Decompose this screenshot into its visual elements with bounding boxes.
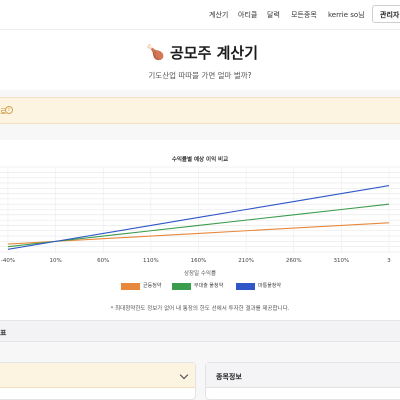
nav-article[interactable]: 아티클 <box>238 10 257 20</box>
legend-label: 균등청약 <box>143 283 162 289</box>
chevron-down-icon[interactable] <box>179 370 189 380</box>
legend-swatch <box>236 283 255 290</box>
x-tick-label: 110% <box>143 258 159 264</box>
page-header: 🍗 공모주 계산기 기도산업 따따블 가면 얼마 벌까? <box>0 30 400 90</box>
nav-user[interactable]: kerrie so님 <box>328 10 365 20</box>
x-tick-label: 310% <box>334 258 350 264</box>
x-tick-label: 3 <box>387 258 391 264</box>
x-tick-label: 10% <box>50 258 62 264</box>
legend-label: 마통풀청약 <box>258 283 282 289</box>
x-tick-label: 160% <box>191 258 207 264</box>
table-section-label: 표 <box>0 329 7 337</box>
top-nav: 계산기 아티클 달력 모든종목 kerrie so님 관리자 <box>0 0 400 30</box>
nav-calculator[interactable]: 계산기 <box>209 10 228 20</box>
table-section-header[interactable]: 표 <box>0 320 400 342</box>
legend-swatch <box>121 283 140 290</box>
chart-card: 수익률별 예상 이익 비교 -40% 10% 60% 110% 160% 210% 260%… <box>0 140 400 320</box>
legend-label: 무대출 풀청약 <box>194 283 224 289</box>
info-icon[interactable]: i <box>5 106 13 114</box>
notice-bar: 로 i <box>0 97 400 124</box>
x-tick-label: 60% <box>97 258 109 264</box>
legend-swatch <box>172 283 191 290</box>
page-subtitle: 기도산업 따따블 가면 얼마 벌까? <box>148 71 252 80</box>
stock-info-header: 종목정보 <box>206 363 400 388</box>
calculator-panel <box>0 362 196 400</box>
drumstick-icon: 🍗 <box>146 43 165 61</box>
chart-footnote: * 최대청약한도 정보가 없어 내 통장의 한도 선에서 투자한 결과를 제공합… <box>110 306 290 312</box>
page-title: 공모주 계산기 <box>170 44 259 62</box>
stock-info-title: 종목정보 <box>216 373 242 381</box>
x-tick-label: 260% <box>286 258 302 264</box>
admin-button[interactable]: 관리자 <box>372 5 400 23</box>
x-axis-label: 상장일 수익률 <box>183 271 217 277</box>
calculator-panel-header[interactable] <box>0 363 195 388</box>
stock-info-panel: 종목정보 <box>205 362 400 400</box>
x-tick-label: 210% <box>238 258 254 264</box>
x-tick-label: -40% <box>1 258 15 264</box>
nav-all-stocks[interactable]: 모든종목 <box>291 10 317 20</box>
nav-calendar[interactable]: 달력 <box>267 10 280 20</box>
profit-line-chart: -40% 10% 60% 110% 160% 210% 260% 310% 3 <box>0 166 400 264</box>
